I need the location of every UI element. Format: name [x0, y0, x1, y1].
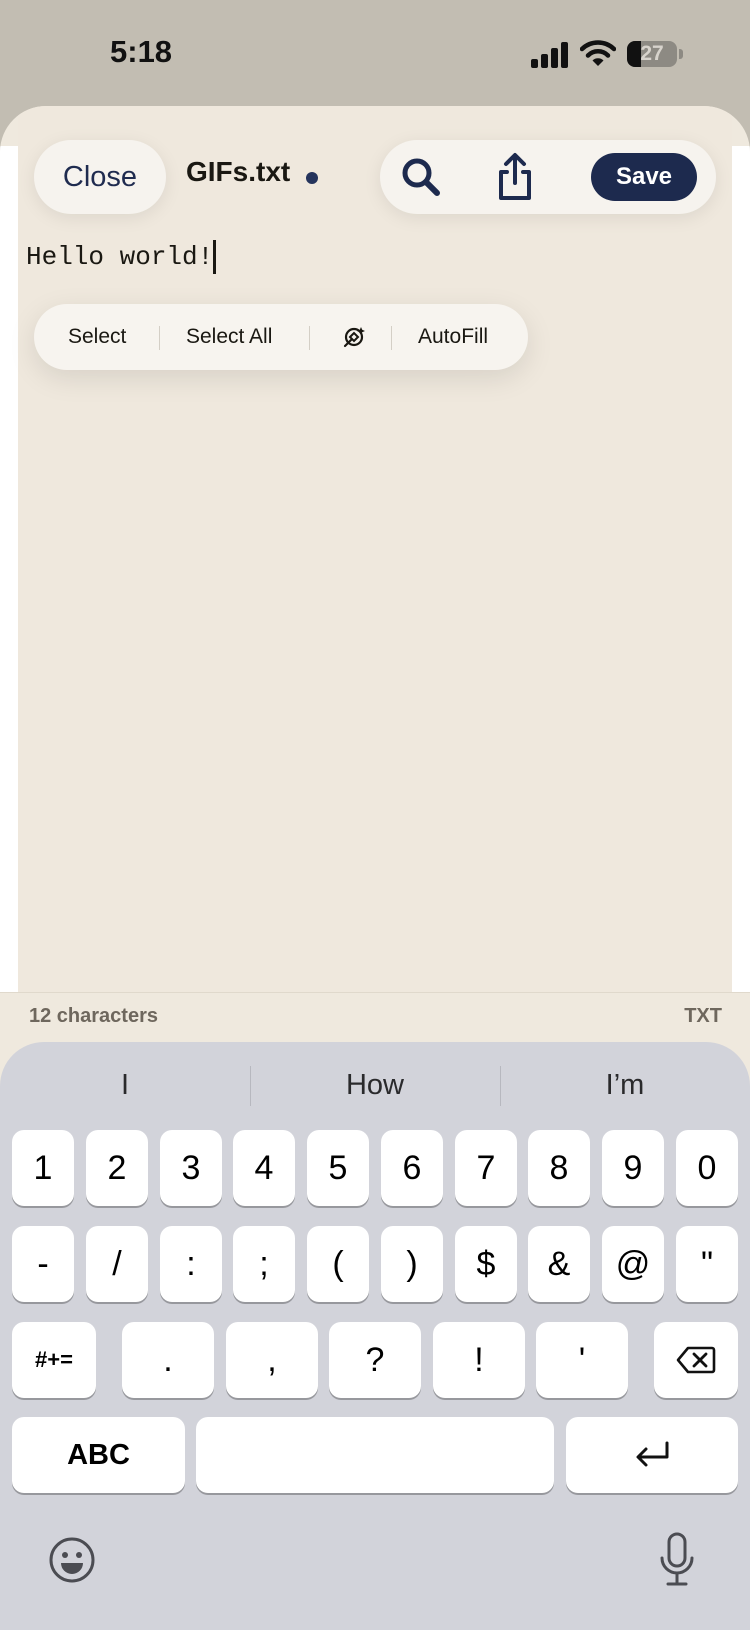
- text-editor[interactable]: [18, 106, 732, 992]
- sheet-edge-left: [0, 146, 18, 1036]
- key-close-paren[interactable]: ): [381, 1226, 443, 1302]
- battery-level: 27: [640, 42, 664, 65]
- editor-footer: 12 characters TXT: [0, 992, 750, 1042]
- suggestion-1[interactable]: I: [0, 1064, 250, 1106]
- key-0[interactable]: 0: [676, 1130, 738, 1206]
- key-quote[interactable]: ": [676, 1226, 738, 1302]
- key-period[interactable]: .: [122, 1322, 214, 1398]
- menu-writing-tools[interactable]: [324, 304, 384, 370]
- key-hyphen[interactable]: -: [12, 1226, 74, 1302]
- close-button[interactable]: Close: [34, 140, 166, 214]
- backspace-key[interactable]: [654, 1322, 738, 1398]
- return-icon: [636, 1441, 669, 1467]
- menu-select[interactable]: Select: [68, 304, 126, 370]
- file-name-title: GIFs.txt: [186, 156, 291, 187]
- key-5[interactable]: 5: [307, 1130, 369, 1206]
- text-caret: [213, 240, 216, 274]
- key-2[interactable]: 2: [86, 1130, 148, 1206]
- key-ampersand[interactable]: &: [528, 1226, 590, 1302]
- key-symbols[interactable]: #+=: [12, 1322, 96, 1398]
- suggestion-2[interactable]: How: [250, 1064, 500, 1106]
- character-count: 12 characters: [29, 1005, 158, 1027]
- backspace-icon: [676, 1346, 716, 1374]
- battery-icon: 27: [627, 41, 677, 67]
- key-semicolon[interactable]: ;: [233, 1226, 295, 1302]
- writing-tools-icon: [343, 327, 365, 348]
- search-icon[interactable]: [400, 156, 442, 198]
- battery-nub: [679, 49, 683, 59]
- emoji-icon[interactable]: [48, 1536, 96, 1584]
- file-type-label: TXT: [684, 1005, 722, 1027]
- return-key[interactable]: [566, 1417, 738, 1493]
- unsaved-indicator-dot: [306, 172, 318, 184]
- keyboard: I How I’m 1 2 3 4 5 6 7 8 9 0 - / : ; ( …: [0, 1042, 750, 1630]
- sheet-edge-right: [732, 146, 750, 1036]
- space-key[interactable]: [196, 1417, 554, 1493]
- key-comma[interactable]: ,: [226, 1322, 318, 1398]
- status-bar: 5:18 27: [0, 0, 750, 106]
- microphone-icon[interactable]: [658, 1532, 696, 1588]
- key-apostrophe[interactable]: ': [536, 1322, 628, 1398]
- menu-separator: [391, 326, 392, 350]
- menu-separator: [309, 326, 310, 350]
- key-colon[interactable]: :: [160, 1226, 222, 1302]
- key-7[interactable]: 7: [455, 1130, 517, 1206]
- suggestion-3[interactable]: I’m: [500, 1064, 750, 1106]
- key-8[interactable]: 8: [528, 1130, 590, 1206]
- key-question[interactable]: ?: [329, 1322, 421, 1398]
- menu-separator: [159, 326, 160, 350]
- key-exclamation[interactable]: !: [433, 1322, 525, 1398]
- menu-autofill[interactable]: AutoFill: [418, 304, 488, 370]
- toolbar-actions: Save: [380, 140, 716, 214]
- editor-content[interactable]: Hello world!: [26, 242, 213, 272]
- key-6[interactable]: 6: [381, 1130, 443, 1206]
- key-open-paren[interactable]: (: [307, 1226, 369, 1302]
- key-1[interactable]: 1: [12, 1130, 74, 1206]
- key-slash[interactable]: /: [86, 1226, 148, 1302]
- key-4[interactable]: 4: [233, 1130, 295, 1206]
- share-icon[interactable]: [495, 152, 535, 202]
- save-button[interactable]: Save: [591, 153, 697, 201]
- key-abc[interactable]: ABC: [12, 1417, 185, 1493]
- key-dollar[interactable]: $: [455, 1226, 517, 1302]
- menu-select-all[interactable]: Select All: [186, 304, 272, 370]
- key-at[interactable]: @: [602, 1226, 664, 1302]
- edit-context-menu: Select Select All AutoFill: [34, 304, 528, 370]
- cellular-signal-icon: [531, 40, 571, 68]
- key-9[interactable]: 9: [602, 1130, 664, 1206]
- wifi-icon: [580, 40, 616, 66]
- key-3[interactable]: 3: [160, 1130, 222, 1206]
- status-time: 5:18: [110, 34, 173, 69]
